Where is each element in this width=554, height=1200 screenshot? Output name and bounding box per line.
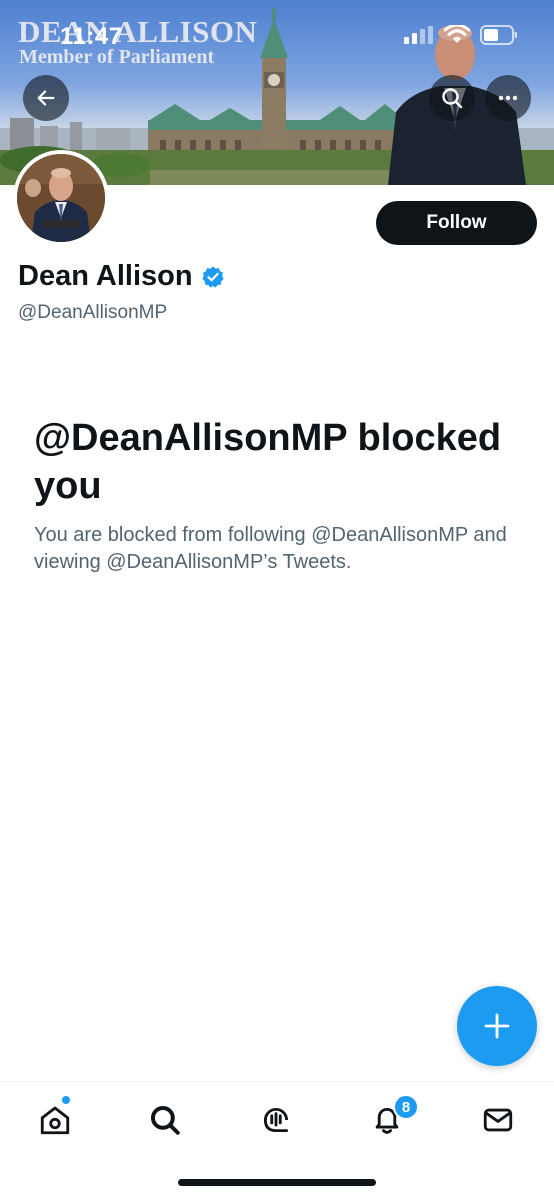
more-horizontal-icon xyxy=(498,95,518,101)
search-icon xyxy=(150,1105,180,1135)
avatar xyxy=(17,154,105,242)
nav-messages[interactable] xyxy=(478,1100,518,1140)
search-icon xyxy=(442,88,463,109)
avatar-frame[interactable] xyxy=(13,150,109,246)
blocked-title: @DeanAllisonMP blocked you xyxy=(34,417,502,507)
nav-search[interactable] xyxy=(145,1100,185,1140)
wifi-icon xyxy=(444,25,470,43)
follow-button[interactable]: Follow xyxy=(376,201,537,245)
back-button[interactable] xyxy=(23,75,69,121)
verified-badge-icon[interactable] xyxy=(201,265,225,289)
battery-icon xyxy=(480,25,517,45)
profile-page: DEAN ALLISON Member of Parliament 11:47 xyxy=(0,0,554,1200)
home-indicator[interactable] xyxy=(178,1179,376,1186)
status-time: 11:47 xyxy=(60,23,123,50)
spaces-icon xyxy=(263,1108,289,1133)
compose-tweet-button[interactable] xyxy=(457,986,537,1066)
profile-handle: @DeanAllisonMP xyxy=(18,302,168,323)
notifications-badge: 8 xyxy=(393,1094,419,1120)
status-icons xyxy=(404,25,518,45)
search-button[interactable] xyxy=(429,75,475,121)
signal-icon xyxy=(404,26,433,44)
avatar-image xyxy=(17,154,105,242)
home-unread-dot xyxy=(62,1096,70,1104)
nav-home[interactable] xyxy=(35,1100,75,1140)
plus-icon xyxy=(484,1013,510,1039)
home-icon xyxy=(40,1106,70,1135)
profile-name-row: Dean Allison xyxy=(18,260,225,293)
nav-spaces[interactable] xyxy=(256,1100,296,1140)
display-name: Dean Allison xyxy=(18,260,193,292)
mail-icon xyxy=(483,1108,513,1132)
arrow-left-icon xyxy=(37,90,55,106)
banner-title: DEAN ALLISON xyxy=(18,14,258,49)
blocked-description: You are blocked from following @DeanAlli… xyxy=(34,524,507,573)
more-button[interactable] xyxy=(485,75,531,121)
